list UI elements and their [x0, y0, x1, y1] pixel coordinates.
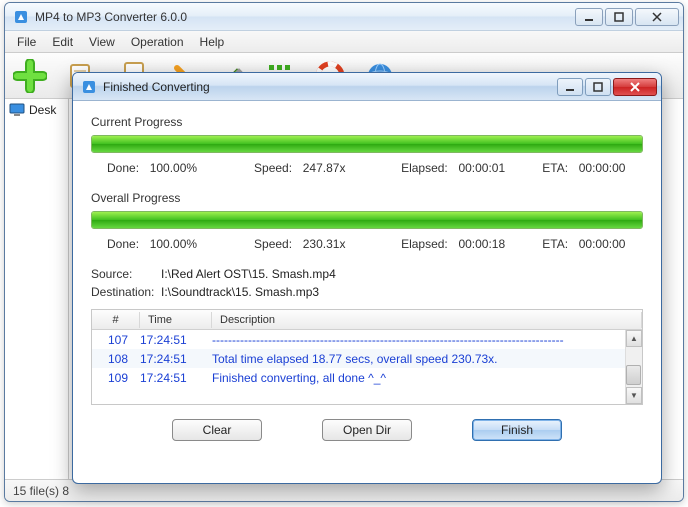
current-progress-label: Current Progress — [91, 115, 643, 129]
current-progress-bar — [91, 135, 643, 153]
current-eta: 00:00:00 — [579, 161, 626, 175]
log-row[interactable]: 10917:24:51Finished converting, all done… — [92, 368, 642, 387]
menu-operation[interactable]: Operation — [123, 33, 192, 51]
clear-button[interactable]: Clear — [172, 419, 262, 441]
source-label: Source: — [91, 267, 161, 281]
dialog-maximize-button[interactable] — [585, 78, 611, 96]
dialog-title: Finished Converting — [103, 80, 555, 94]
add-icon[interactable] — [11, 57, 49, 95]
source-value: I:\Red Alert OST\15. Smash.mp4 — [161, 267, 336, 281]
maximize-button[interactable] — [605, 8, 633, 26]
destination-label: Destination: — [91, 285, 161, 299]
menu-edit[interactable]: Edit — [44, 33, 81, 51]
menu-view[interactable]: View — [81, 33, 123, 51]
destination-value: I:\Soundtrack\15. Smash.mp3 — [161, 285, 319, 299]
main-titlebar[interactable]: MP4 to MP3 Converter 6.0.0 — [5, 3, 683, 31]
overall-progress-label: Overall Progress — [91, 191, 643, 205]
current-speed: 247.87x — [303, 161, 346, 175]
sidebar-item-desktop[interactable]: Desk — [9, 103, 64, 117]
scroll-up-icon[interactable]: ▲ — [626, 330, 642, 347]
overall-eta: 00:00:00 — [579, 237, 626, 251]
log-scrollbar[interactable]: ▲ ▼ — [625, 330, 642, 404]
log-header-n[interactable]: # — [92, 312, 140, 328]
finish-button[interactable]: Finish — [472, 419, 562, 441]
log-header-time[interactable]: Time — [140, 312, 212, 328]
menu-help[interactable]: Help — [192, 33, 233, 51]
log-row[interactable]: 10717:24:51-----------------------------… — [92, 330, 642, 349]
status-text: 15 file(s) 8 — [13, 484, 69, 498]
minimize-button[interactable] — [575, 8, 603, 26]
open-dir-button[interactable]: Open Dir — [322, 419, 412, 441]
current-done: 100.00% — [150, 161, 197, 175]
dialog-minimize-button[interactable] — [557, 78, 583, 96]
overall-stats: Done: 100.00% Speed: 230.31x Elapsed: 00… — [91, 229, 643, 263]
overall-speed: 230.31x — [303, 237, 346, 251]
scroll-down-icon[interactable]: ▼ — [626, 387, 642, 404]
dialog-close-button[interactable] — [613, 78, 657, 96]
current-elapsed: 00:00:01 — [458, 161, 505, 175]
scroll-thumb[interactable] — [626, 365, 641, 385]
sidebar-item-label: Desk — [29, 103, 56, 117]
log-table: # Time Description 10717:24:51----------… — [91, 309, 643, 405]
current-stats: Done: 100.00% Speed: 247.87x Elapsed: 00… — [91, 153, 643, 187]
main-title: MP4 to MP3 Converter 6.0.0 — [35, 10, 575, 24]
log-row[interactable]: 10817:24:51Total time elapsed 18.77 secs… — [92, 349, 642, 368]
log-header-desc[interactable]: Description — [212, 312, 642, 328]
progress-dialog: Finished Converting Current Progress Don… — [72, 72, 662, 484]
sidebar: Desk — [5, 99, 69, 479]
dialog-icon — [81, 79, 97, 95]
overall-done: 100.00% — [150, 237, 197, 251]
app-icon — [13, 9, 29, 25]
overall-progress-bar — [91, 211, 643, 229]
menu-file[interactable]: File — [9, 33, 44, 51]
menubar: File Edit View Operation Help — [5, 31, 683, 53]
dialog-titlebar[interactable]: Finished Converting — [73, 73, 661, 101]
overall-elapsed: 00:00:18 — [458, 237, 505, 251]
close-button[interactable] — [635, 8, 679, 26]
